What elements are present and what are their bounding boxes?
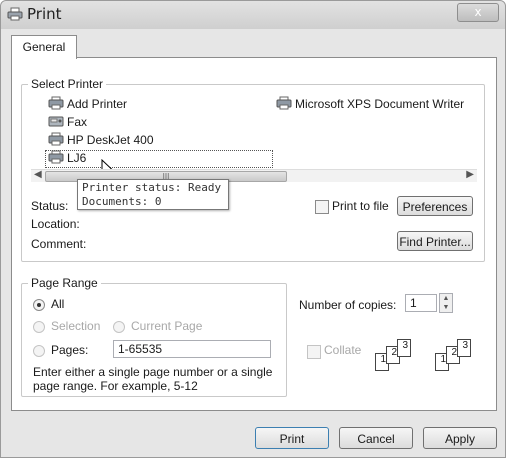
find-printer-button[interactable]: Find Printer... bbox=[397, 231, 473, 251]
apply-button[interactable]: Apply bbox=[423, 427, 497, 449]
close-button[interactable]: x bbox=[457, 3, 499, 22]
all-pages-radio[interactable] bbox=[33, 299, 45, 311]
tab-strip: General bbox=[11, 35, 495, 59]
pages-radio[interactable] bbox=[33, 345, 45, 357]
copies-spinner[interactable]: ▲ ▼ bbox=[439, 293, 453, 313]
comment-label: Comment: bbox=[31, 237, 87, 251]
add-printer-icon bbox=[48, 96, 64, 110]
printer-status-tooltip: Printer status: Ready Documents: 0 bbox=[77, 179, 229, 210]
print-to-file-label: Print to file bbox=[332, 199, 389, 213]
window-title: Print bbox=[27, 5, 62, 23]
selection-radio[interactable] bbox=[33, 321, 45, 333]
printer-icon bbox=[7, 7, 23, 21]
printer-add-printer[interactable]: Add Printer bbox=[47, 96, 127, 112]
title-bar: Print x bbox=[1, 1, 505, 29]
page-icon: 3 bbox=[457, 339, 471, 357]
collate-label: Collate bbox=[324, 343, 362, 357]
current-page-label: Current Page bbox=[131, 319, 203, 333]
printer-label: Microsoft XPS Document Writer bbox=[295, 97, 465, 111]
printer-microsoft-xps[interactable]: Microsoft XPS Document Writer bbox=[275, 96, 464, 112]
location-label: Location: bbox=[31, 217, 80, 231]
copies-input[interactable]: 1 bbox=[405, 294, 437, 312]
collate-checkbox[interactable] bbox=[307, 345, 321, 359]
scroll-left-icon[interactable]: ◀ bbox=[34, 169, 42, 180]
spin-down-icon[interactable]: ▼ bbox=[440, 303, 452, 312]
spin-up-icon[interactable]: ▲ bbox=[440, 294, 452, 303]
printer-label: Add Printer bbox=[67, 97, 128, 111]
printer-label: Fax bbox=[67, 115, 88, 129]
pages-input[interactable]: 1-65535 bbox=[113, 340, 271, 358]
tab-general[interactable]: General bbox=[11, 35, 77, 59]
collate-illustration-1: 1 2 3 bbox=[375, 339, 423, 373]
collate-illustration-2: 1 2 3 bbox=[435, 339, 483, 373]
print-button[interactable]: Print bbox=[255, 427, 329, 449]
print-to-file-checkbox[interactable] bbox=[315, 200, 329, 214]
selection-label: Selection bbox=[51, 319, 101, 333]
printer-icon bbox=[276, 96, 292, 110]
preferences-button[interactable]: Preferences bbox=[397, 196, 473, 216]
number-of-copies-label: Number of copies: bbox=[299, 298, 397, 312]
page-range-label: Page Range bbox=[28, 276, 101, 290]
page-range-hint: Enter either a single page number or a s… bbox=[33, 365, 293, 393]
printer-fax[interactable]: Fax bbox=[47, 114, 87, 130]
tooltip-status: Printer status: Ready bbox=[82, 181, 222, 194]
status-label: Status: bbox=[31, 199, 69, 213]
pages-label: Pages: bbox=[51, 343, 89, 357]
scroll-right-icon[interactable]: ▶ bbox=[466, 169, 474, 180]
cancel-button[interactable]: Cancel bbox=[339, 427, 413, 449]
printer-icon bbox=[48, 132, 64, 146]
current-page-radio[interactable] bbox=[113, 321, 125, 333]
all-pages-label: All bbox=[51, 297, 65, 311]
fax-icon bbox=[48, 116, 64, 127]
print-dialog: Print x General Select Printer Add Print… bbox=[0, 0, 506, 458]
select-printer-label: Select Printer bbox=[28, 77, 107, 91]
printer-label: LJ6 bbox=[67, 151, 87, 165]
hint-line-2: page range. For example, 5-12 bbox=[33, 379, 198, 393]
printer-hp-deskjet[interactable]: HP DeskJet 400 bbox=[47, 132, 154, 148]
hint-line-1: Enter either a single page number or a s… bbox=[33, 365, 273, 379]
printer-icon bbox=[48, 150, 64, 164]
printer-label: HP DeskJet 400 bbox=[67, 133, 154, 147]
page-icon: 3 bbox=[397, 339, 411, 357]
printer-lj6[interactable]: LJ6 bbox=[47, 150, 86, 166]
tooltip-documents: Documents: 0 bbox=[82, 195, 162, 208]
